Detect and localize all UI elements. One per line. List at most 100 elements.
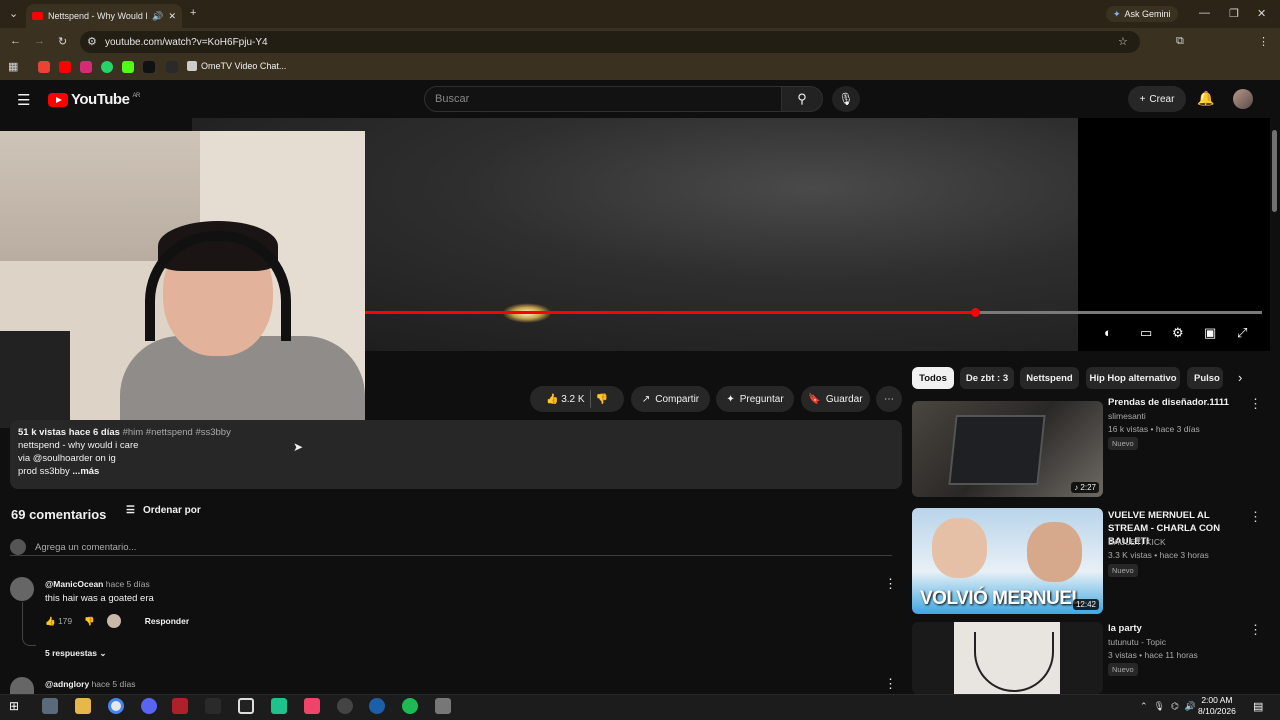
tray-chevron-icon[interactable]: ⌃ [1140, 701, 1148, 712]
ask-gemini-button[interactable]: ✦ Ask Gemini [1106, 6, 1178, 22]
voice-search-button[interactable]: 🎙 [832, 86, 860, 112]
theater-mode-icon[interactable]: ▣ [1204, 325, 1216, 341]
chrome-icon[interactable] [108, 698, 124, 714]
chip-hip-hop[interactable]: Hip Hop alternativo [1086, 367, 1180, 389]
video-title[interactable]: Prendas de diseñador.1111 [1108, 396, 1243, 409]
dislike-button[interactable]: 👎 [596, 394, 608, 405]
comment-time[interactable]: hace 5 días [92, 679, 136, 689]
comment-like-button[interactable]: 👍 179 [45, 616, 72, 627]
kick-icon[interactable] [122, 61, 134, 73]
ask-button[interactable]: ✦ Preguntar [716, 386, 794, 412]
obs-icon[interactable] [337, 698, 353, 714]
whatsapp-icon[interactable] [101, 61, 113, 73]
chip-todos[interactable]: Todos [912, 367, 954, 389]
fullscreen-icon[interactable]: ⤢ [1237, 325, 1247, 341]
more-actions-button[interactable]: ⋯ [876, 386, 902, 412]
window-close-icon[interactable]: ✕ [1257, 7, 1266, 20]
video-menu-icon[interactable]: ⋮ [1249, 509, 1262, 525]
task-view-icon[interactable] [42, 698, 58, 714]
forward-icon[interactable]: → [34, 35, 45, 47]
apps-icon[interactable]: ▦ [8, 60, 18, 73]
youtube-bookmark-icon[interactable] [59, 61, 71, 73]
chip-pulso[interactable]: Pulso [1187, 367, 1223, 389]
reply-button[interactable]: Responder [145, 616, 189, 626]
youtube-logo[interactable]: YouTube AR [48, 91, 140, 108]
new-tab-icon[interactable]: + [190, 7, 196, 19]
video-thumbnail[interactable] [912, 622, 1103, 694]
gmail-icon[interactable] [38, 61, 50, 73]
steam-icon[interactable] [369, 698, 385, 714]
comment-menu-icon[interactable]: ⋮ [884, 676, 897, 692]
show-replies-button[interactable]: 5 respuestas ⌄ [45, 648, 106, 659]
system-clock[interactable]: 2:00 AM 8/10/2026 [1198, 695, 1236, 717]
description-box[interactable]: 51 k vistas hace 6 días #him #nettspend … [10, 420, 902, 489]
instagram-icon[interactable] [80, 61, 92, 73]
notifications-bell-icon[interactable]: 🔔 [1197, 90, 1214, 107]
minimize-icon[interactable]: — [1199, 7, 1210, 19]
chip-de-zbt[interactable]: De zbt : 3 [960, 367, 1014, 389]
capcut-icon[interactable] [238, 698, 254, 714]
tray-volume-icon[interactable]: 🔊 [1185, 701, 1196, 712]
page-scrollbar[interactable] [1272, 130, 1277, 212]
sort-comments-button[interactable]: ☰ Ordenar por [126, 505, 201, 516]
restore-icon[interactable]: ❐ [1229, 7, 1239, 20]
show-more-link[interactable]: ...más [72, 466, 99, 477]
extensions-icon[interactable]: ⧉ [1176, 35, 1184, 48]
browser-tab[interactable]: Nettspend - Why Would I C 🔊 ✕ [26, 4, 182, 28]
tray-mic-icon[interactable]: 🎙 [1154, 701, 1165, 712]
user-avatar[interactable] [1233, 89, 1253, 109]
comment-avatar[interactable] [10, 677, 34, 694]
comment-author[interactable]: @ManicOcean [45, 579, 103, 589]
tab-close-icon[interactable]: ✕ [168, 11, 176, 22]
reload-icon[interactable]: ↻ [58, 35, 67, 48]
video-thumbnail[interactable]: ♪ 2:27 [912, 401, 1103, 497]
search-input[interactable]: Buscar [424, 86, 782, 112]
notification-center-icon[interactable]: ▤ [1253, 700, 1263, 713]
hashtags[interactable]: #him #nettspend #ss3bby [123, 427, 231, 438]
bookmark-star-icon[interactable]: ☆ [1118, 35, 1128, 48]
ometv-bookmark[interactable]: OmeTV Video Chat... [187, 61, 286, 71]
create-button[interactable]: + Crear [1128, 86, 1186, 112]
tab-search-icon[interactable]: ⌄ [9, 7, 18, 20]
file-explorer-icon[interactable] [75, 698, 91, 714]
subtitles-icon[interactable]: ▭ [1140, 325, 1152, 341]
audio-icon[interactable]: 🔊 [152, 11, 163, 22]
channel-name[interactable]: slimesanti [1108, 411, 1146, 421]
video-thumbnail[interactable]: VOLVIÓ MERNUEL 12:42 [912, 508, 1103, 614]
save-button[interactable]: 🔖 Guardar [801, 386, 870, 412]
comment-dislike-button[interactable]: 👎 [84, 616, 95, 627]
site-info-icon[interactable]: ⚙ [87, 35, 97, 48]
tiktok-app-icon[interactable] [304, 698, 320, 714]
hamburger-menu-icon[interactable]: ☰ [17, 91, 30, 109]
misc-app-icon[interactable] [435, 698, 451, 714]
spotify-icon[interactable] [402, 698, 418, 714]
channel-name[interactable]: tutunutu - Topic [1108, 637, 1166, 647]
app-icon[interactable] [271, 698, 287, 714]
search-button[interactable]: ⚲ [781, 86, 823, 112]
video-menu-icon[interactable]: ⋮ [1249, 622, 1262, 638]
video-menu-icon[interactable]: ⋮ [1249, 396, 1262, 412]
scrubber-handle[interactable] [970, 308, 980, 317]
autoplay-toggle-icon[interactable]: ◐ [1104, 325, 1112, 340]
share-button[interactable]: ↗ Compartir [631, 386, 710, 412]
tray-network-icon[interactable]: ⌬ [1171, 701, 1179, 712]
comment-author[interactable]: @adnglory [45, 679, 89, 689]
voicemeeter-icon[interactable] [172, 698, 188, 714]
comment-menu-icon[interactable]: ⋮ [884, 576, 897, 592]
tiktok-icon[interactable] [143, 61, 155, 73]
windows-start-icon[interactable]: ⊞ [9, 699, 19, 713]
chip-nettspend[interactable]: Nettspend [1020, 367, 1079, 389]
like-button[interactable]: 👍 3.2 K [546, 394, 585, 405]
url-field[interactable]: youtube.com/watch?v=KoH6Fpju-Y4 [80, 31, 1140, 53]
settings-gear-icon[interactable]: ⚙ [1172, 325, 1184, 341]
epic-games-icon[interactable] [205, 698, 221, 714]
back-icon[interactable]: ← [10, 35, 21, 47]
chrome-menu-icon[interactable]: ⋮ [1258, 35, 1269, 48]
comment-avatar[interactable] [10, 577, 34, 601]
discord-icon[interactable] [141, 698, 157, 714]
comment-time[interactable]: hace 5 días [106, 579, 150, 589]
video-title[interactable]: la party [1108, 622, 1243, 635]
chevron-right-icon[interactable]: › [1238, 370, 1242, 385]
add-comment-field[interactable]: Agrega un comentario... [10, 539, 892, 556]
channel-name[interactable]: BAULETI KICK [1108, 537, 1166, 547]
